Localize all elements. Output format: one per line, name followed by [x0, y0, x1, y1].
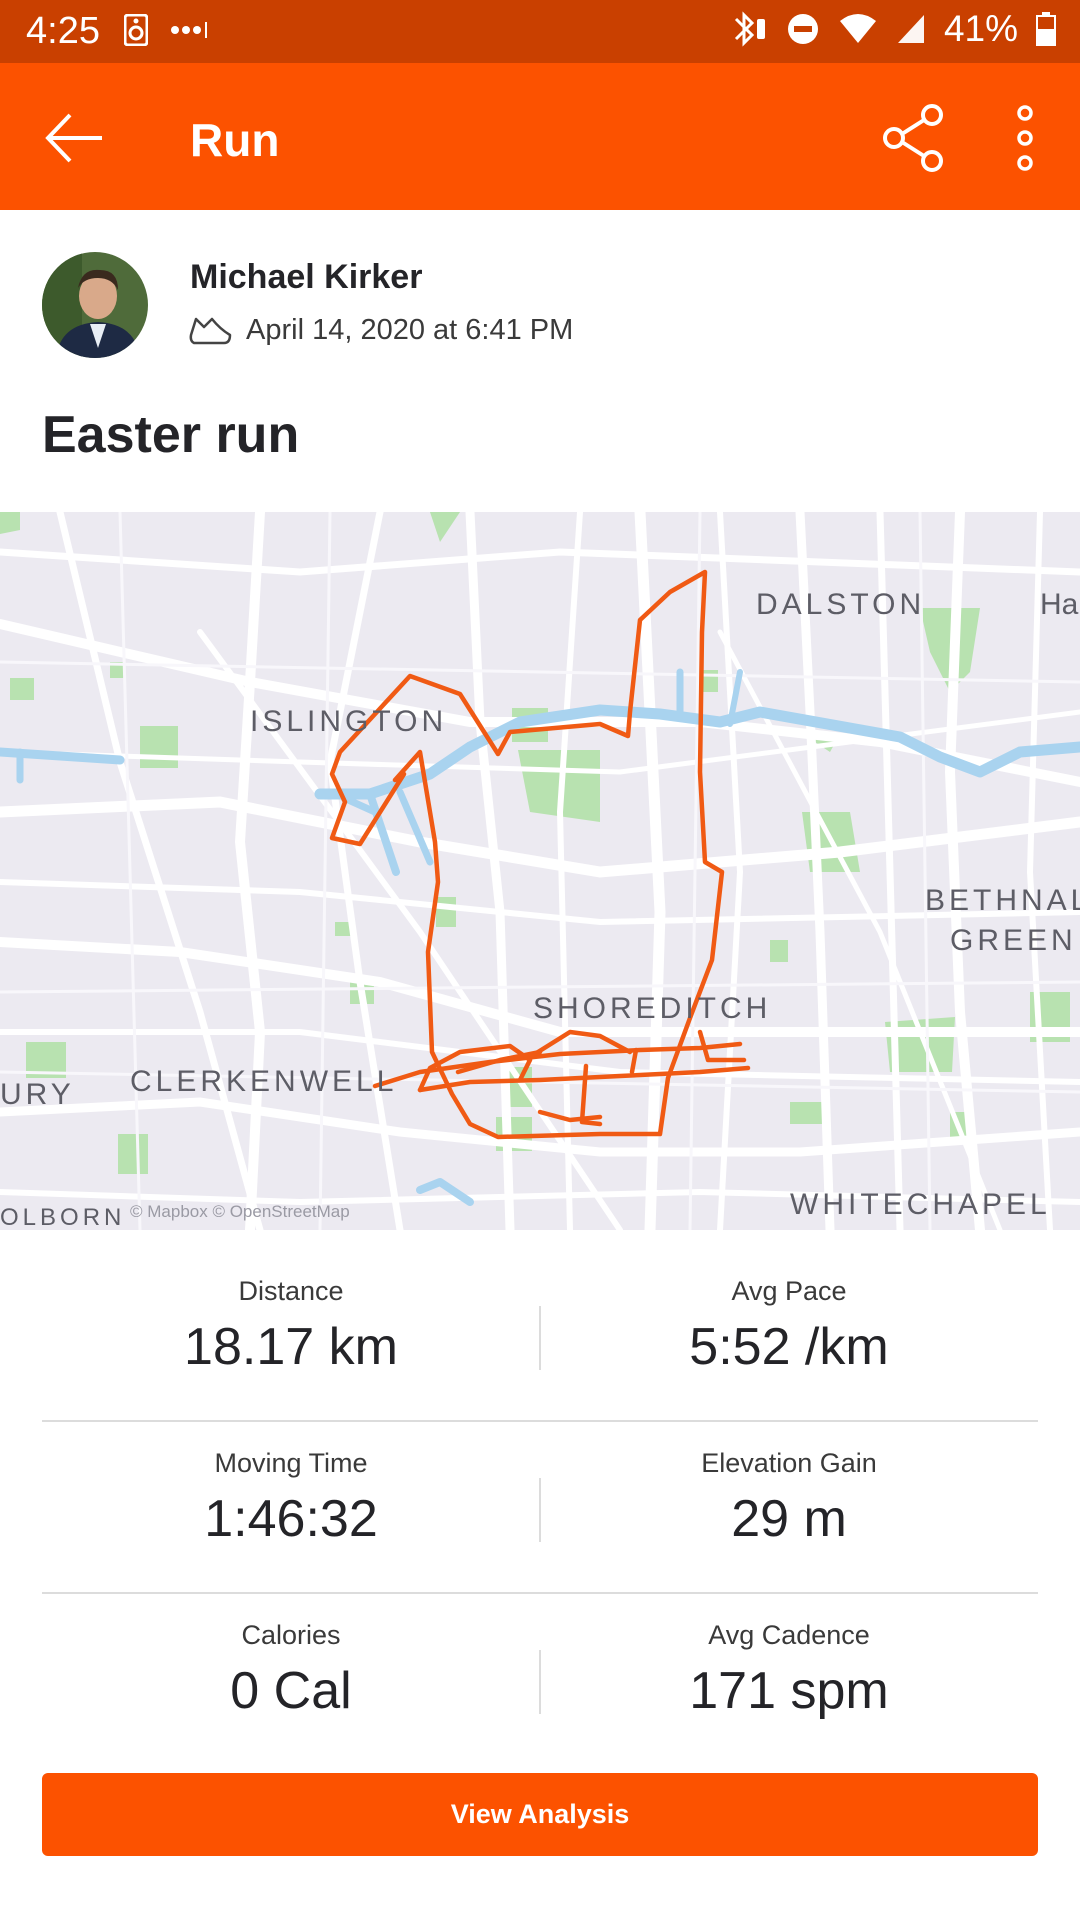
stats-row: Distance 18.17 km Avg Pace 5:52 /km [42, 1250, 1038, 1422]
stat-elevation-gain: Elevation Gain 29 m [540, 1422, 1038, 1592]
status-bar: 4:25 41% [0, 0, 1080, 63]
activity-date: April 14, 2020 at 6:41 PM [246, 313, 574, 346]
stat-distance: Distance 18.17 km [42, 1250, 540, 1420]
status-system-icons: 41% [730, 8, 1056, 50]
app-bar: Run [0, 63, 1080, 210]
activity-meta: April 14, 2020 at 6:41 PM [188, 313, 573, 347]
stat-value: 0 Cal [230, 1662, 352, 1720]
running-shoe-icon [189, 317, 232, 345]
share-button[interactable] [880, 103, 950, 173]
stat-label: Calories [241, 1620, 341, 1650]
stat-moving-time: Moving Time 1:46:32 [42, 1422, 540, 1592]
status-notification-icons [124, 14, 210, 46]
map-label-dalston: DALSTON [756, 588, 926, 621]
stat-label: Moving Time [214, 1448, 368, 1478]
back-button[interactable] [40, 103, 110, 173]
map-label-whitechapel: WHITECHAPEL [790, 1188, 1051, 1221]
cell-signal-icon [897, 15, 924, 43]
speaker-icon [124, 14, 148, 46]
activity-title: Easter run [42, 406, 300, 464]
stat-label: Elevation Gain [701, 1448, 877, 1478]
map-label-bethnal: BETHNAL [925, 884, 1080, 917]
stat-label: Distance [238, 1276, 344, 1306]
map-label-shoreditch: SHOREDITCH [533, 992, 772, 1025]
map-label-ha: Ha [1040, 588, 1079, 621]
athlete-name[interactable]: Michael Kirker [190, 258, 422, 297]
share-icon [883, 104, 943, 172]
route-map[interactable]: DALSTON Ha ISLINGTON BETHNAL GREEN SHORE… [0, 512, 1080, 1230]
stat-value: 5:52 /km [689, 1318, 889, 1376]
wifi-icon [839, 14, 876, 43]
view-analysis-button[interactable]: View Analysis [42, 1773, 1038, 1856]
stat-calories: Calories 0 Cal [42, 1594, 540, 1764]
battery-percent: 41% [943, 8, 1018, 49]
stat-avg-cadence: Avg Cadence 171 spm [540, 1594, 1038, 1764]
map-label-olborn: OLBORN [0, 1204, 126, 1230]
more-options-button[interactable] [1000, 103, 1050, 173]
more-notifications-icon [171, 22, 207, 38]
status-time: 4:25 [26, 10, 100, 52]
more-vertical-icon [1017, 105, 1033, 171]
battery-icon [1036, 12, 1056, 46]
stats-row: Moving Time 1:46:32 Elevation Gain 29 m [42, 1422, 1038, 1594]
stat-label: Avg Pace [731, 1276, 847, 1306]
stat-value: 29 m [731, 1490, 847, 1548]
do-not-disturb-icon [787, 14, 818, 44]
page-title: Run [190, 114, 280, 166]
map-label-ury: URY [0, 1078, 75, 1111]
back-arrow-icon [45, 113, 102, 163]
stat-value: 1:46:32 [204, 1490, 378, 1548]
map-label-islington: ISLINGTON [250, 705, 448, 738]
map-attribution[interactable]: © Mapbox © OpenStreetMap [130, 1202, 350, 1222]
athlete-photo [42, 252, 148, 358]
map-label-green: GREEN [950, 924, 1077, 957]
stat-label: Avg Cadence [708, 1620, 870, 1650]
stat-value: 171 spm [689, 1662, 889, 1720]
bluetooth-vibrate-icon [734, 11, 765, 47]
stat-avg-pace: Avg Pace 5:52 /km [540, 1250, 1038, 1420]
stats-grid: Distance 18.17 km Avg Pace 5:52 /km Movi… [42, 1250, 1038, 1764]
stats-row: Calories 0 Cal Avg Cadence 171 spm [42, 1594, 1038, 1764]
stat-value: 18.17 km [184, 1318, 398, 1376]
avatar[interactable] [42, 252, 148, 358]
map-label-clerkenwell: CLERKENWELL [130, 1065, 398, 1098]
